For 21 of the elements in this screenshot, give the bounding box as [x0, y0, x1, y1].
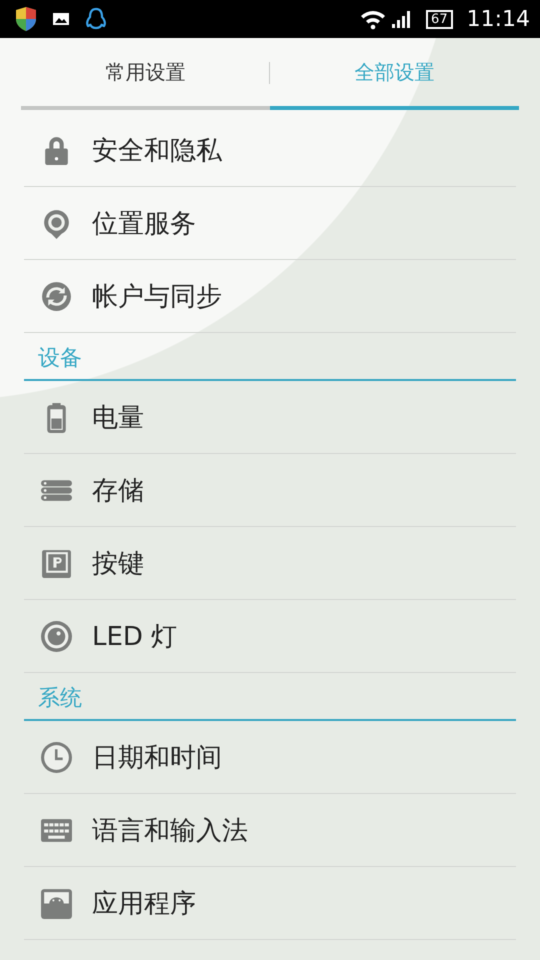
- penguin-icon: [84, 6, 108, 32]
- settings-item[interactable]: 按键: [92, 546, 144, 580]
- record-icon: [40, 620, 73, 652]
- section-header: 设备: [38, 345, 82, 373]
- settings-item[interactable]: LED 灯: [92, 618, 178, 654]
- tab[interactable]: 常用设置: [21, 38, 270, 110]
- battery-indicator: 67: [426, 10, 453, 28]
- app-window-icon: [40, 886, 73, 920]
- settings-item[interactable]: 帐户与同步: [92, 278, 222, 314]
- settings-item[interactable]: 位置服务: [92, 206, 196, 240]
- settings-item[interactable]: 日期和时间: [92, 740, 222, 774]
- sync-icon: [40, 280, 73, 312]
- settings-item[interactable]: 应用程序: [92, 886, 196, 920]
- settings-item[interactable]: 语言和输入法: [92, 812, 248, 848]
- clock-icon: [40, 740, 73, 774]
- section-header: 系统: [38, 685, 82, 713]
- settings-item[interactable]: 存储: [92, 472, 144, 508]
- settings-item[interactable]: 安全和隐私: [92, 132, 222, 168]
- clock-time: 11:14: [466, 6, 530, 32]
- settings-item[interactable]: 电量: [92, 400, 144, 434]
- shield-icon: [14, 6, 38, 32]
